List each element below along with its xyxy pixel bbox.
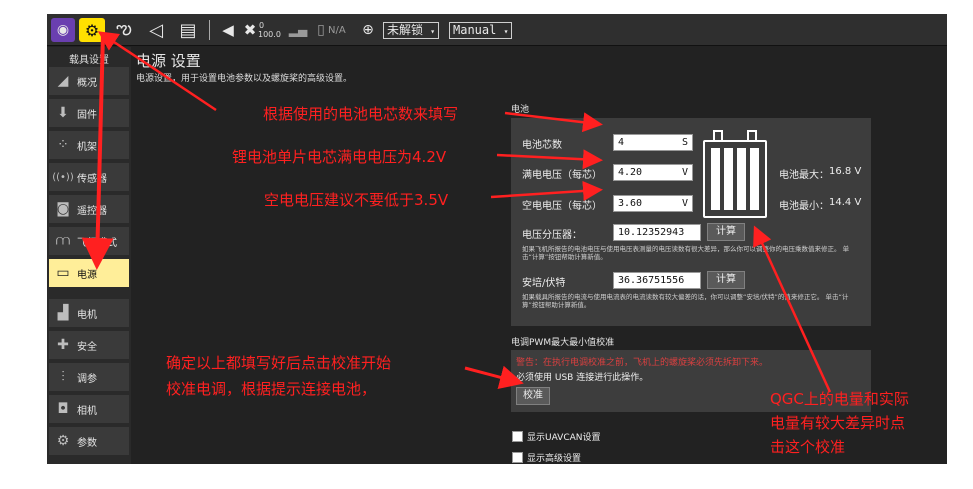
annotation-qgc-line1: QGC上的电量和实际 — [770, 390, 909, 408]
arrow-to-calculate — [753, 225, 832, 393]
annotation-qgc-line3: 击这个校准 — [770, 438, 846, 456]
annotation-empty-voltage: 空电电压建议不要低于3.5V — [264, 191, 449, 209]
annotation-cells: 根据使用的电池电芯数来填写 — [263, 105, 459, 123]
annotation-full-voltage: 锂电池单片电芯满电电压为4.2V — [232, 148, 447, 166]
annotation-qgc-line2: 电量有较大差异时点 — [770, 414, 906, 432]
annotation-esc-line1: 确定以上都填写好后点击校准开始 — [166, 354, 392, 372]
arrow-to-calibrate — [464, 365, 524, 390]
arrow-to-cells-field — [504, 111, 603, 133]
arrow-gears-to-sidebar — [81, 33, 114, 270]
arrow-gears-to-power — [97, 31, 217, 112]
arrow-to-full-voltage — [496, 149, 603, 170]
annotation-esc-line2: 校准电调，根据提示连接电池， — [166, 380, 377, 398]
arrow-to-empty-voltage — [490, 181, 603, 201]
